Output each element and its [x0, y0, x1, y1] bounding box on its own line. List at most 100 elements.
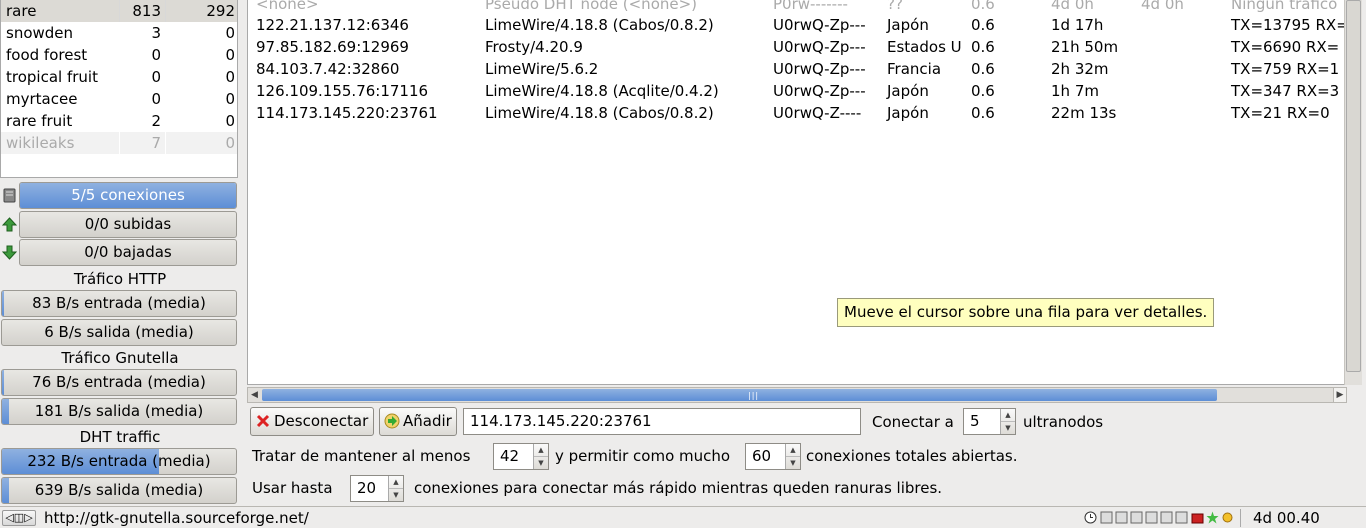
node-host: 122.21.137.12:6346 [256, 16, 409, 34]
vertical-scrollbar[interactable] [1344, 0, 1362, 385]
search-row[interactable]: rare fruit 2 0 [1, 110, 237, 132]
disconnect-button[interactable]: Desconectar [250, 407, 374, 436]
spin-down-icon[interactable]: ▼ [1001, 421, 1015, 433]
server-icon [3, 188, 16, 203]
node-country: Estados U [887, 38, 962, 56]
gnutella-out-label: 181 B/s salida (media) [34, 402, 204, 420]
spin-up-icon[interactable]: ▲ [786, 444, 800, 456]
uptime-clock: 4d 00.40 [1253, 509, 1320, 527]
connections-label: 5/5 conexiones [71, 186, 185, 204]
pane-icon [1145, 511, 1158, 524]
search-name: tropical fruit [6, 68, 98, 86]
nodes-table[interactable]: <none> Pseudo DHT node (<none>) P0rw----… [247, 0, 1362, 385]
spin-up-icon[interactable]: ▲ [389, 476, 403, 488]
downloads-label: 0/0 bajadas [84, 243, 172, 261]
node-country: Japón [887, 82, 929, 100]
dht-traffic-title: DHT traffic [79, 428, 161, 446]
node-host: 114.173.145.220:23761 [256, 104, 438, 122]
search-row[interactable]: food forest 0 0 [1, 44, 237, 66]
pseudo-node-row: <none> Pseudo DHT node (<none>) P0rw----… [248, 0, 1361, 15]
dht-out-bar[interactable]: 639 B/s salida (media) [1, 477, 237, 504]
node-uptime: 21h 50m [1051, 38, 1119, 56]
downloads-bar[interactable]: 0/0 bajadas [19, 239, 237, 266]
node-host: 84.103.7.42:32860 [256, 60, 400, 78]
add-button[interactable]: Añadir [379, 407, 457, 436]
table-row[interactable]: 114.173.145.220:23761 LimeWire/4.18.8 (C… [248, 102, 1361, 124]
search-list[interactable]: rare 813 292 snowden 3 0 food forest 0 0… [0, 0, 238, 178]
node-uptime: 2h 32m [1051, 60, 1109, 78]
status-url[interactable]: http://gtk-gnutella.sourceforge.net/ [44, 509, 309, 527]
disconnect-label: Desconectar [274, 412, 369, 430]
allow-max-label: y permitir como mucho [555, 447, 731, 465]
scroll-left-icon[interactable]: ◀ [248, 388, 261, 402]
keep-min-value: 42 [500, 447, 520, 465]
table-row[interactable]: 122.21.137.12:6346 LimeWire/4.18.8 (Cabo… [248, 14, 1361, 36]
node-traffic: TX=21 RX=0 [1231, 104, 1330, 122]
ultranodes-spinner[interactable]: 5 ▲ ▼ [963, 408, 1016, 435]
firewall-icon [1191, 513, 1204, 524]
allow-max-value: 60 [752, 447, 772, 465]
plug-icon[interactable]: ◁◫▷ [2, 510, 36, 526]
http-in-bar[interactable]: 83 B/s entrada (media) [1, 290, 237, 317]
spin-down-icon[interactable]: ▼ [389, 488, 403, 500]
horizontal-scrollbar[interactable]: ◀ ||| ▶ [247, 387, 1347, 403]
keep-min-label: Tratar de mantener al menos [252, 447, 471, 465]
connections-bar[interactable]: 5/5 conexiones [19, 182, 237, 209]
gnutella-in-bar[interactable]: 76 B/s entrada (media) [1, 369, 237, 396]
table-row[interactable]: 84.103.7.42:32860 LimeWire/5.6.2 U0rwQ-Z… [248, 58, 1361, 80]
search-row[interactable]: myrtacee 0 0 [1, 88, 237, 110]
spin-up-icon[interactable]: ▲ [1001, 409, 1015, 421]
gnutella-traffic-title: Tráfico Gnutella [61, 349, 179, 367]
search-row[interactable]: tropical fruit 0 0 [1, 66, 237, 88]
fast-connect-spinner[interactable]: 20 ▲ ▼ [350, 475, 404, 502]
table-row[interactable]: 126.109.155.76:17116 LimeWire/4.18.8 (Ac… [248, 80, 1361, 102]
pane-icon [1130, 511, 1143, 524]
http-traffic-title: Tráfico HTTP [73, 270, 167, 288]
ultranodes-label: ultranodos [1023, 413, 1104, 431]
http-out-label: 6 B/s salida (media) [44, 323, 194, 341]
pseudo-node-host: <none> [256, 0, 319, 13]
node-country: Japón [887, 16, 929, 34]
search-row[interactable]: snowden 3 0 [1, 22, 237, 44]
uploads-bar[interactable]: 0/0 subidas [19, 211, 237, 238]
search-name: wikileaks [6, 134, 75, 152]
gnutella-out-bar[interactable]: 181 B/s salida (media) [1, 398, 237, 425]
node-client: LimeWire/4.18.8 (Cabos/0.8.2) [485, 16, 714, 34]
node-client: LimeWire/4.18.8 (Cabos/0.8.2) [485, 104, 714, 122]
node-client: LimeWire/4.18.8 (Acqlite/0.4.2) [485, 82, 719, 100]
fast-connect-label: conexiones para conectar más rápido mien… [414, 479, 943, 497]
search-new-count: 0 [225, 24, 235, 42]
search-row[interactable]: rare 813 292 [1, 0, 237, 22]
search-count: 2 [151, 112, 161, 130]
use-up-to-label: Usar hasta [252, 479, 333, 497]
host-input[interactable]: 114.173.145.220:23761 [463, 408, 861, 435]
dht-in-bar[interactable]: 232 B/s entrada (media) [1, 448, 237, 475]
search-count: 3 [151, 24, 161, 42]
pseudo-node-country: ?? [887, 0, 903, 13]
search-count: 813 [132, 2, 161, 20]
status-bar: ◁◫▷ http://gtk-gnutella.sourceforge.net/… [0, 506, 1366, 528]
search-new-count: 0 [225, 112, 235, 130]
node-uptime: 1h 7m [1051, 82, 1099, 100]
spin-down-icon[interactable]: ▼ [786, 456, 800, 468]
node-version: 0.6 [971, 104, 995, 122]
node-version: 0.6 [971, 38, 995, 56]
node-version: 0.6 [971, 60, 995, 78]
http-out-bar[interactable]: 6 B/s salida (media) [1, 319, 237, 346]
node-flags: U0rwQ-Zp--- [773, 60, 866, 78]
node-country: Francia [887, 60, 942, 78]
spin-down-icon[interactable]: ▼ [534, 456, 548, 468]
node-flags: U0rwQ-Zp--- [773, 38, 866, 56]
scroll-right-icon[interactable]: ▶ [1333, 388, 1346, 402]
node-country: Japón [887, 104, 929, 122]
vertical-scroll-thumb[interactable] [1346, 0, 1361, 372]
search-new-count: 0 [225, 46, 235, 64]
keep-min-spinner[interactable]: 42 ▲ ▼ [493, 443, 549, 470]
allow-max-spinner[interactable]: 60 ▲ ▼ [745, 443, 801, 470]
search-row[interactable]: wikileaks 7 0 [1, 132, 237, 154]
node-uptime: 1d 17h [1051, 16, 1104, 34]
horizontal-scroll-thumb[interactable]: ||| [262, 389, 1217, 401]
row-details-tooltip: Mueve el cursor sobre una fila para ver … [837, 298, 1215, 327]
spin-up-icon[interactable]: ▲ [534, 444, 548, 456]
table-row[interactable]: 97.85.182.69:12969 Frosty/4.20.9 U0rwQ-Z… [248, 36, 1361, 58]
